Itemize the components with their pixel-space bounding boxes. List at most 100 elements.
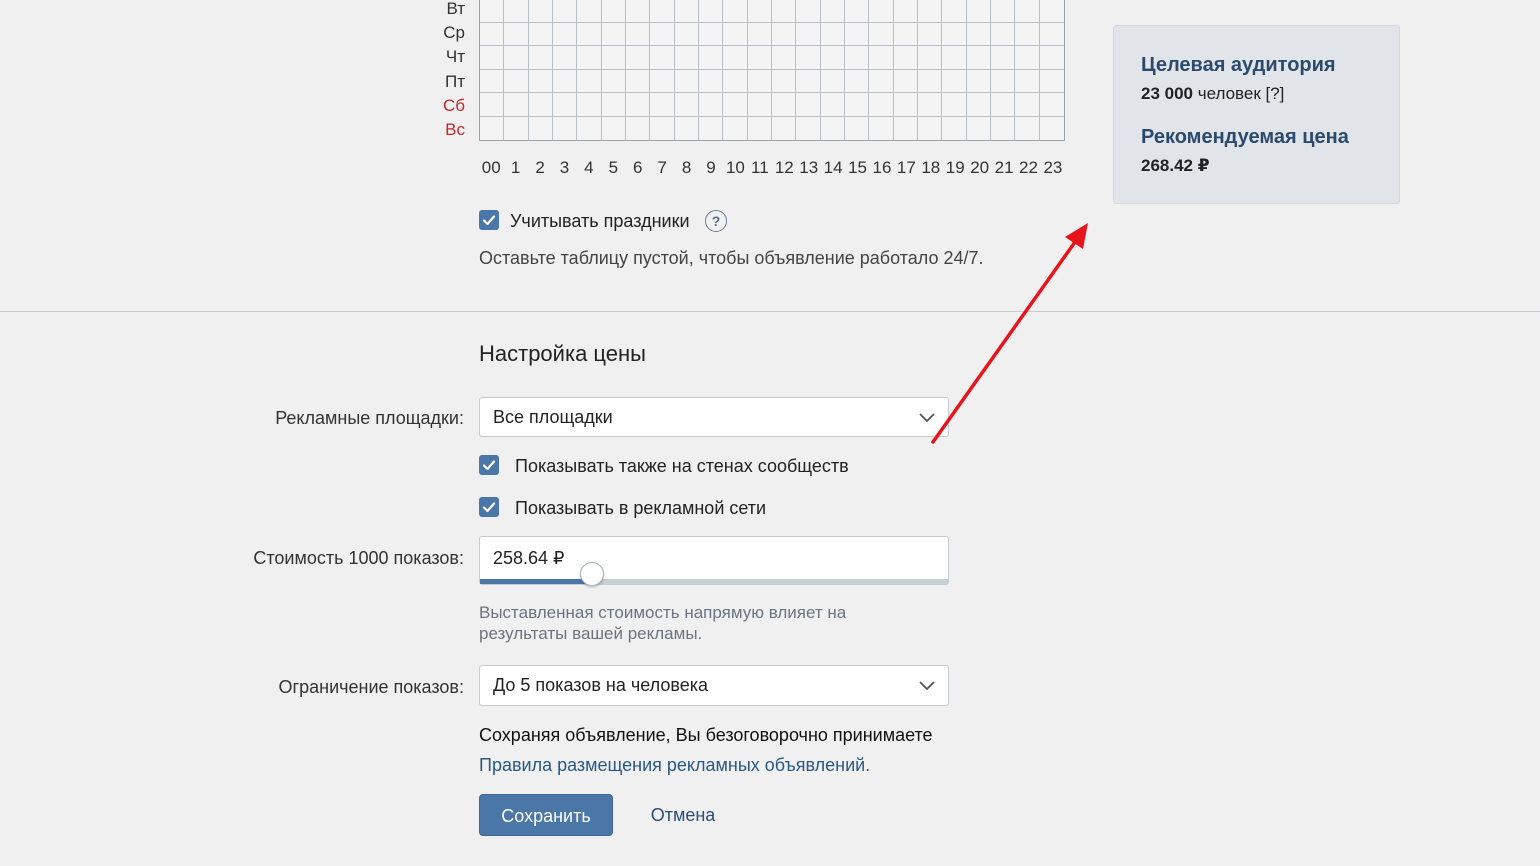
schedule-cell[interactable] [820, 46, 845, 70]
holidays-label[interactable]: Учитывать праздники [510, 209, 690, 233]
cancel-button[interactable]: Отмена [633, 794, 733, 836]
schedule-cell[interactable] [577, 0, 602, 23]
schedule-cell[interactable] [772, 69, 797, 93]
schedule-cell[interactable] [480, 69, 505, 93]
schedule-cell[interactable] [675, 116, 699, 140]
help-icon[interactable]: ? [705, 210, 727, 232]
schedule-cell[interactable] [699, 93, 724, 117]
limit-select[interactable]: До 5 показов на человека [479, 665, 949, 706]
schedule-cell[interactable] [699, 116, 724, 140]
schedule-cell[interactable] [967, 116, 991, 140]
schedule-cell[interactable] [626, 46, 651, 70]
schedule-cell[interactable] [601, 46, 626, 70]
schedule-cell[interactable] [893, 69, 918, 93]
schedule-cell[interactable] [626, 0, 651, 23]
schedule-cell[interactable] [723, 46, 748, 70]
schedule-cell[interactable] [1039, 70, 1064, 93]
schedule-cell[interactable] [480, 93, 505, 117]
schedule-cell[interactable] [991, 46, 1016, 70]
schedule-cell[interactable] [528, 93, 553, 117]
schedule-cell[interactable] [480, 46, 505, 70]
schedule-cell[interactable] [553, 93, 578, 117]
schedule-cell[interactable] [602, 116, 626, 140]
cost-input[interactable]: 258.64 ₽ [479, 536, 949, 586]
schedule-cell[interactable] [845, 0, 870, 23]
schedule-cell[interactable] [966, 46, 991, 70]
schedule-cell[interactable] [869, 116, 894, 140]
schedule-cell[interactable] [845, 22, 870, 46]
schedule-cell[interactable] [577, 46, 602, 70]
schedule-cell[interactable] [820, 93, 845, 117]
schedule-cell[interactable] [1040, 117, 1064, 141]
schedule-cell[interactable] [966, 0, 991, 23]
schedule-cell[interactable] [480, 22, 505, 46]
schedule-cell[interactable] [504, 46, 529, 70]
schedule-cell[interactable] [553, 116, 578, 140]
schedule-cell[interactable] [942, 93, 967, 117]
schedule-cell[interactable] [699, 0, 724, 23]
schedule-cell[interactable] [528, 22, 553, 46]
schedule-cell[interactable] [869, 93, 894, 117]
schedule-cell[interactable] [991, 116, 1016, 140]
schedule-cell[interactable] [1039, 46, 1064, 70]
schedule-cell[interactable] [601, 22, 626, 46]
schedule-cell[interactable] [748, 116, 772, 140]
schedule-cell[interactable] [699, 22, 724, 46]
schedule-cell[interactable] [504, 22, 529, 46]
schedule-cell[interactable] [869, 0, 894, 23]
schedule-cell[interactable] [845, 69, 870, 93]
schedule-cell[interactable] [577, 116, 602, 140]
schedule-cell[interactable] [650, 93, 675, 117]
schedule-cell[interactable] [893, 22, 918, 46]
schedule-cell[interactable] [796, 0, 821, 23]
schedule-cell[interactable] [942, 0, 967, 23]
schedule-cell[interactable] [504, 93, 529, 117]
schedule-cell[interactable] [772, 0, 797, 23]
schedule-cell[interactable] [723, 69, 748, 93]
schedule-cell[interactable] [918, 46, 943, 70]
schedule-cell[interactable] [650, 46, 675, 70]
schedule-cell[interactable] [601, 93, 626, 117]
schedule-cell[interactable] [601, 0, 626, 23]
schedule-cell[interactable] [869, 46, 894, 70]
schedule-cell[interactable] [918, 93, 943, 117]
schedule-cell[interactable] [626, 22, 651, 46]
schedule-cell[interactable] [626, 93, 651, 117]
schedule-cell[interactable] [796, 116, 821, 140]
cost-slider-track[interactable] [480, 579, 948, 584]
schedule-cell[interactable] [1015, 0, 1040, 23]
schedule-cell[interactable] [747, 93, 772, 117]
schedule-cell[interactable] [723, 22, 748, 46]
schedule-cell[interactable] [674, 0, 699, 23]
schedule-cell[interactable] [674, 69, 699, 93]
schedule-cell[interactable] [1015, 116, 1040, 140]
show-in-network-label[interactable]: Показывать в рекламной сети [515, 496, 766, 520]
schedule-cell[interactable] [991, 0, 1016, 23]
schedule-cell[interactable] [942, 116, 967, 140]
schedule-cell[interactable] [577, 22, 602, 46]
schedule-cell[interactable] [893, 93, 918, 117]
schedule-grid[interactable] [479, 0, 1065, 141]
schedule-cell[interactable] [772, 116, 797, 140]
schedule-cell[interactable] [845, 116, 870, 140]
audience-count-suffix[interactable]: человек [?] [1198, 84, 1285, 103]
schedule-cell[interactable] [820, 69, 845, 93]
schedule-cell[interactable] [893, 0, 918, 23]
schedule-cell[interactable] [918, 0, 943, 23]
show-in-network-checkbox[interactable] [479, 497, 499, 517]
schedule-cell[interactable] [1039, 0, 1064, 23]
schedule-cell[interactable] [942, 22, 967, 46]
schedule-cell[interactable] [1015, 93, 1040, 117]
schedule-cell[interactable] [723, 116, 748, 140]
platforms-select[interactable]: Все площадки [479, 397, 949, 437]
schedule-cell[interactable] [1015, 46, 1040, 70]
schedule-cell[interactable] [528, 46, 553, 70]
schedule-cell[interactable] [650, 69, 675, 93]
schedule-cell[interactable] [772, 93, 797, 117]
schedule-cell[interactable] [820, 0, 845, 23]
schedule-cell[interactable] [747, 0, 772, 23]
schedule-cell[interactable] [626, 116, 651, 140]
schedule-cell[interactable] [747, 22, 772, 46]
terms-link[interactable]: Правила размещения рекламных объявлений. [479, 753, 870, 777]
schedule-cell[interactable] [991, 93, 1016, 117]
